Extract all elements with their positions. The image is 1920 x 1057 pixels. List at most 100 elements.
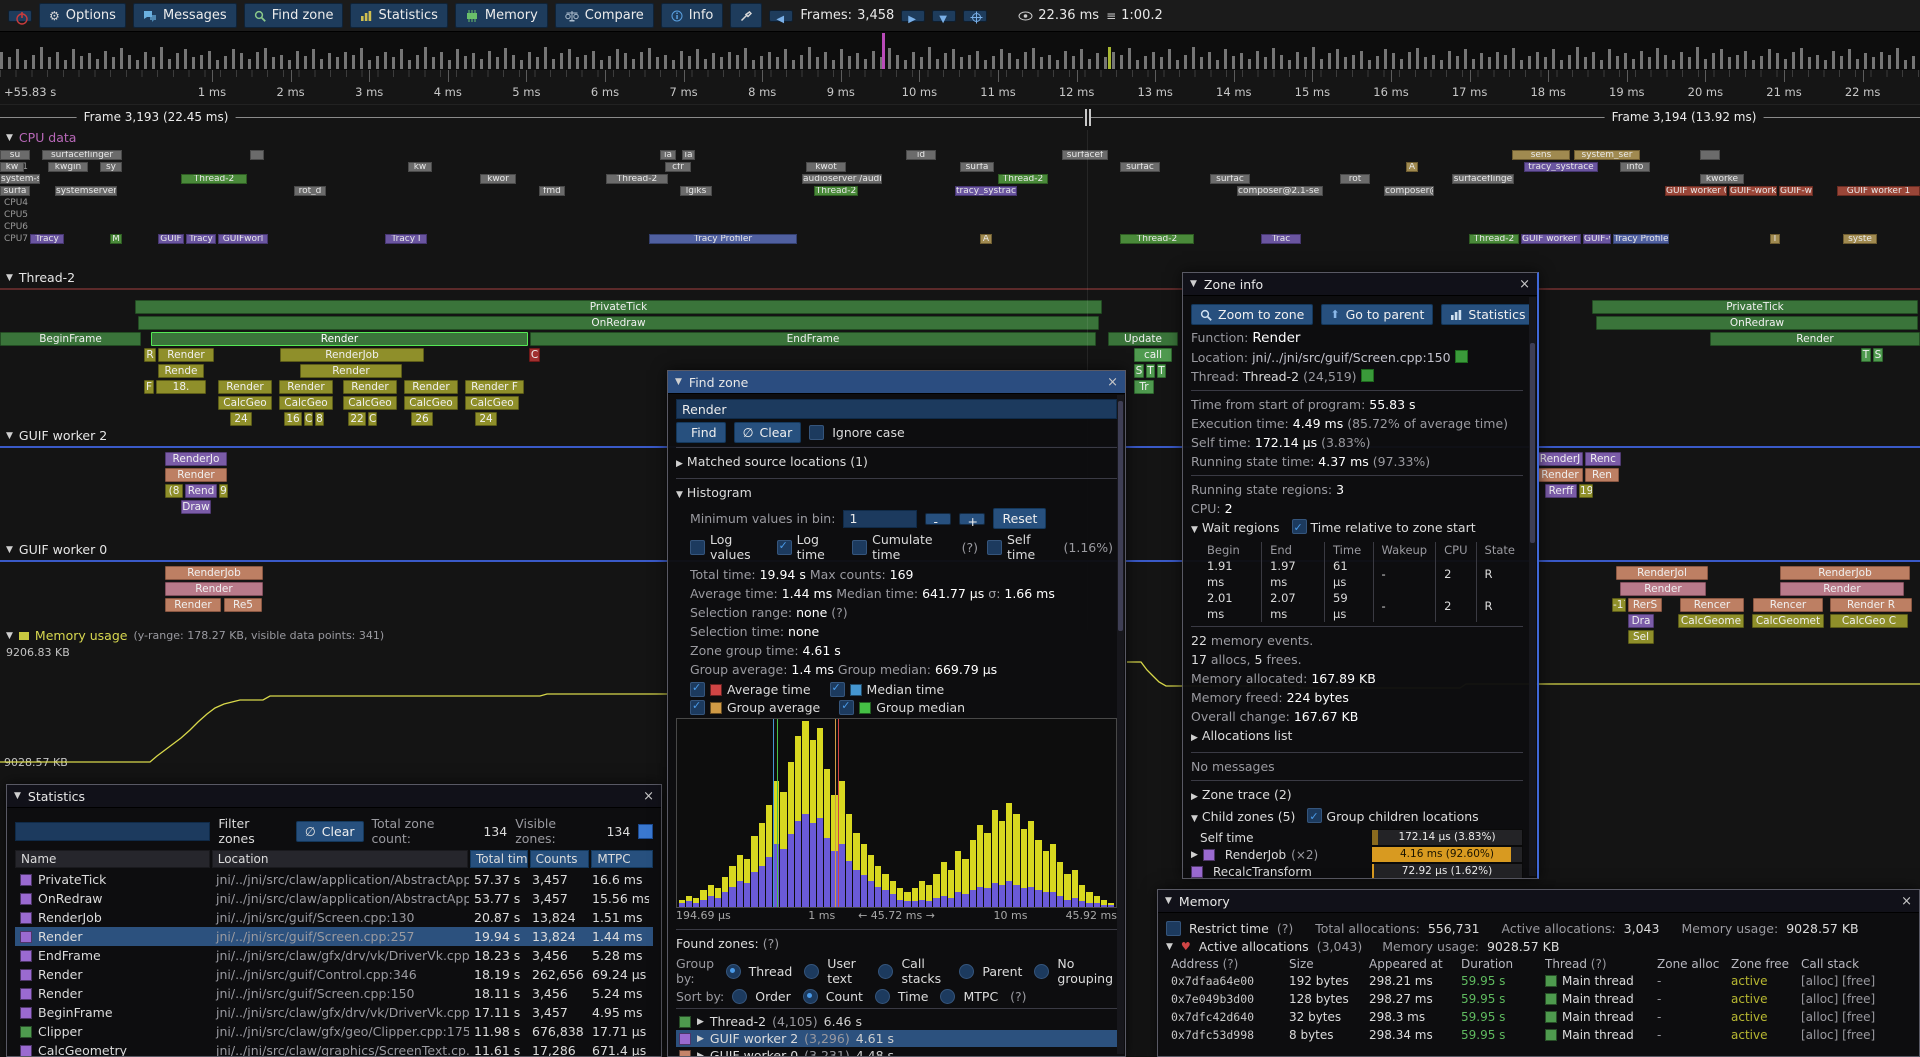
- cpu-zone[interactable]: sens: [1512, 150, 1570, 160]
- restrict-time-checkbox[interactable]: [1166, 921, 1181, 936]
- reset-button[interactable]: Reset: [993, 508, 1046, 529]
- scrollbar-thumb[interactable]: [1530, 343, 1535, 543]
- timeline-zone[interactable]: 24: [475, 412, 497, 426]
- zone-trace-header[interactable]: ▶ Zone trace (2): [1191, 785, 1523, 807]
- cpu-zone[interactable]: kwor: [480, 174, 516, 184]
- cpu-zone[interactable]: Tracy Profiler: [1613, 234, 1669, 244]
- options-button[interactable]: ⚙Options: [39, 3, 126, 28]
- selected-zone[interactable]: Render: [151, 332, 528, 346]
- decrease-bin-button[interactable]: -: [925, 513, 951, 525]
- timeline-zone[interactable]: CalcGeo: [218, 396, 272, 410]
- radio-order[interactable]: [732, 989, 747, 1004]
- timeline-zone[interactable]: BeginFrame: [0, 332, 141, 346]
- cpu-zone[interactable]: info: [1620, 162, 1650, 172]
- tools-button[interactable]: [730, 3, 762, 28]
- cpu-zone[interactable]: lgiks: [680, 186, 712, 196]
- compare-button[interactable]: Compare: [555, 3, 654, 28]
- statistics-row[interactable]: Renderjni/../jni/src/guif/Screen.cpp:257…: [15, 927, 653, 946]
- cpu-zone[interactable]: kw: [0, 162, 24, 172]
- cpu-zone[interactable]: su: [0, 150, 30, 160]
- collapse-icon[interactable]: ▼: [1190, 279, 1197, 289]
- close-icon[interactable]: ×: [1107, 375, 1118, 390]
- cpu-zone[interactable]: syste: [1843, 234, 1877, 244]
- cpu-zone[interactable]: surfacef: [1062, 150, 1108, 160]
- cpu-zone[interactable]: Tracy I: [385, 234, 427, 244]
- frame-dropdown-button[interactable]: ▼: [932, 10, 956, 22]
- timeline-zone[interactable]: Render: [1710, 332, 1920, 346]
- statistics-row[interactable]: CalcGeometryjni/../jni/src/claw/graphics…: [15, 1041, 653, 1057]
- statistics-button[interactable]: Statistics: [1441, 304, 1534, 325]
- timeline-zone[interactable]: C: [304, 412, 313, 426]
- timeline-zone[interactable]: C: [368, 412, 377, 426]
- timeline-zone[interactable]: RenderJob: [165, 566, 263, 580]
- timeline-zone[interactable]: PrivateTick: [1592, 300, 1918, 314]
- option-checkbox[interactable]: [852, 540, 867, 555]
- cpu-zone[interactable]: systemserver: [55, 186, 117, 196]
- timeline-zone[interactable]: Draw: [181, 500, 211, 514]
- timeline-zone[interactable]: Re5: [224, 598, 262, 612]
- option-checkbox[interactable]: [690, 540, 705, 555]
- cpu-zone[interactable]: Thread-2: [814, 186, 858, 196]
- timeline-zone[interactable]: OnRedraw: [1596, 316, 1918, 330]
- histogram-section-header[interactable]: ▼ Histogram: [676, 483, 1117, 505]
- cpu-zone[interactable]: GUIF-w: [1583, 234, 1611, 244]
- column-header-zone-free[interactable]: Zone free: [1726, 957, 1796, 971]
- timeline-zone[interactable]: C: [529, 348, 540, 362]
- frame-time-graph[interactable]: [0, 32, 1920, 71]
- cpu-zone[interactable]: M: [110, 234, 122, 244]
- cpu-zone[interactable]: ia: [682, 150, 695, 160]
- memory-titlebar[interactable]: ▼ Memory ×: [1158, 890, 1919, 913]
- time-relative-checkbox[interactable]: [1292, 519, 1307, 534]
- cpu-zone[interactable]: kwot: [806, 162, 846, 172]
- child-zone-row[interactable]: RecalcTransform72.92 μs (1.62%): [1191, 863, 1523, 879]
- timeline-zone[interactable]: 24: [230, 412, 252, 426]
- cpu-zone[interactable]: fmd: [539, 186, 565, 196]
- next-frame-button[interactable]: ▶: [901, 10, 925, 22]
- cpu-data-section-header[interactable]: ▼ CPU data: [6, 130, 76, 145]
- radio-thread[interactable]: [726, 964, 741, 979]
- thread-section-header[interactable]: ▼ Thread-2: [6, 270, 75, 285]
- timeline-zone[interactable]: CalcGeo: [465, 396, 519, 410]
- statistics-row[interactable]: OnRedrawjni/../jni/src/claw/application/…: [15, 889, 653, 908]
- cpu-zone[interactable]: tracy_systrace: [1524, 162, 1598, 172]
- cpu-zone[interactable]: GUIF worker 1: [1837, 186, 1920, 196]
- statistics-row[interactable]: PrivateTickjni/../jni/src/claw/applicati…: [15, 870, 653, 889]
- timeline-zone[interactable]: Render: [1620, 582, 1706, 596]
- info-button[interactable]: Info: [661, 3, 724, 28]
- cpu-zone[interactable]: surfaceflinge: [1452, 174, 1514, 184]
- legend-checkbox[interactable]: [690, 682, 705, 697]
- wait-column-header[interactable]: State: [1476, 542, 1523, 558]
- cpu-zone[interactable]: kworke: [1700, 174, 1744, 184]
- timeline-zone[interactable]: Render: [165, 582, 263, 596]
- cpu-zone[interactable]: A: [1406, 162, 1418, 172]
- timeline-zone[interactable]: RenderJob: [280, 348, 424, 362]
- timeline-zone[interactable]: OnRedraw: [138, 316, 1099, 330]
- timeline-zone[interactable]: Render: [1780, 582, 1904, 596]
- increase-bin-button[interactable]: +: [959, 513, 985, 525]
- timeline-zone[interactable]: Render: [404, 380, 458, 394]
- timeline-zone[interactable]: Ren: [1585, 468, 1619, 482]
- memory-usage-section-header[interactable]: ▼ Memory usage (y-range: 178.27 KB, visi…: [6, 628, 384, 643]
- clear-button[interactable]: ∅Clear: [734, 422, 802, 443]
- power-button[interactable]: [8, 10, 32, 22]
- cpu-zone[interactable]: audioserver /audio: [802, 174, 882, 184]
- allocation-row[interactable]: 0x7dfaa64e00192 bytes298.21 ms59.95 sMai…: [1166, 972, 1911, 990]
- timeline-zone[interactable]: (8: [165, 484, 183, 498]
- cpu-zone[interactable]: Trac: [1261, 234, 1301, 244]
- find-zone-histogram[interactable]: [676, 718, 1117, 908]
- cpu-zone[interactable]: Tracy Profiler: [649, 234, 797, 244]
- cpu-zone[interactable]: surfac: [1210, 174, 1250, 184]
- timeline-zone[interactable]: 8: [315, 412, 324, 426]
- timeline-zone[interactable]: Render: [343, 380, 397, 394]
- timeline-zone[interactable]: Render: [218, 380, 272, 394]
- cpu-zone[interactable]: GUIF-work: [1729, 186, 1777, 196]
- location-value[interactable]: jni/../jni/src/guif/Screen.cpp:150: [1252, 350, 1450, 365]
- zone-group-row[interactable]: ▶GUIF worker 2(3,296)4.61 s: [676, 1030, 1117, 1047]
- timeline-zone[interactable]: CalcGeo: [279, 396, 333, 410]
- cpu-zone[interactable]: Tracy: [186, 234, 216, 244]
- statistics-row[interactable]: EndFramejni/../jni/src/claw/gfx/drv/vk/D…: [15, 946, 653, 965]
- timeline-zone[interactable]: 19: [1579, 484, 1593, 498]
- cpu-zone[interactable]: I: [1770, 234, 1780, 244]
- column-header-address[interactable]: Address (?): [1166, 957, 1284, 971]
- radio-user-text[interactable]: [804, 964, 819, 979]
